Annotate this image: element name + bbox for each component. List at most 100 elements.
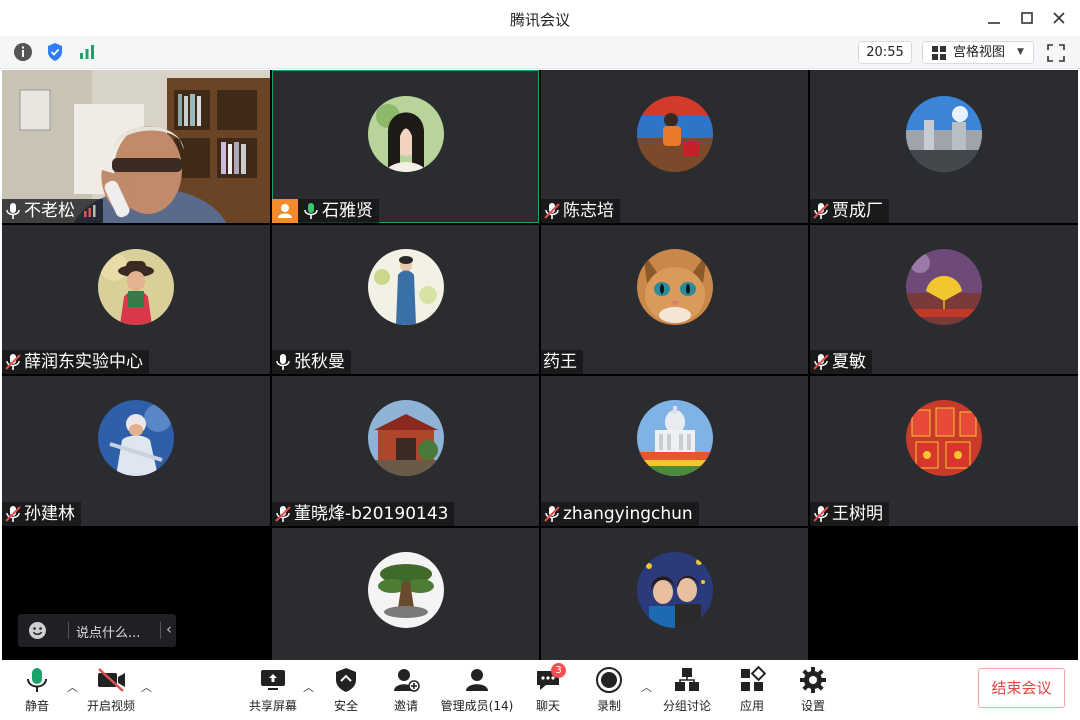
- shield-icon[interactable]: [44, 41, 66, 63]
- mic-muted-icon: [813, 506, 829, 522]
- minimize-icon[interactable]: [982, 6, 1006, 30]
- participant-tile[interactable]: 陈志培: [541, 70, 808, 223]
- participant-tile[interactable]: 董晓烽-b20190143: [272, 376, 539, 526]
- mute-button[interactable]: 静音: [17, 664, 57, 716]
- participant-name: 张秋曼: [294, 352, 345, 372]
- participant-name: 薛润东实验中心: [24, 352, 143, 372]
- avatar: [906, 400, 982, 476]
- view-mode-select[interactable]: 宫格视图 ▼: [922, 41, 1034, 64]
- participant-tile[interactable]: 夏敏: [810, 225, 1078, 374]
- participant-tile[interactable]: 不老松: [2, 70, 270, 223]
- participant-nametag: 董晓烽-b20190143: [272, 502, 455, 526]
- settings-button[interactable]: 设置: [798, 664, 828, 716]
- audio-level-icon: [84, 205, 96, 217]
- divider: [160, 622, 161, 639]
- video-off-icon: [98, 668, 125, 692]
- avatar: [637, 96, 713, 172]
- avatar: [637, 552, 713, 628]
- participant-tile[interactable]: zhangyingchun: [541, 376, 808, 526]
- avatar: [637, 249, 713, 325]
- participant-nametag: 药王: [541, 350, 583, 374]
- mic-muted-icon: [5, 506, 21, 522]
- mic-muted-icon: [5, 354, 21, 370]
- emoji-icon[interactable]: [28, 621, 47, 640]
- close-icon[interactable]: [1047, 6, 1071, 30]
- participant-tile[interactable]: [541, 528, 808, 660]
- end-meeting-button[interactable]: 结束会议: [978, 668, 1065, 708]
- participant-name: 药王: [543, 352, 577, 372]
- participant-tile[interactable]: 石雅贤: [272, 70, 539, 223]
- grid-view-icon: [932, 46, 946, 60]
- participant-name: 不老松: [24, 201, 75, 221]
- breakout-rooms-button[interactable]: 分组讨论: [660, 664, 714, 716]
- participant-tile[interactable]: 孙建林: [2, 376, 270, 526]
- participant-nametag: 王树明: [810, 502, 889, 526]
- view-mode-label: 宫格视图: [953, 45, 1006, 60]
- participant-nametag: 石雅贤: [272, 199, 379, 223]
- participant-name: 石雅贤: [322, 201, 373, 221]
- avatar: [368, 249, 444, 325]
- manage-members-button[interactable]: 管理成员(14): [438, 664, 516, 716]
- meeting-window: 腾讯会议 20:55 宫格视图 ▼ 不老松 石雅贤 陈志培 贾成厂 薛润东实验中…: [0, 0, 1080, 720]
- participant-tile[interactable]: 王树明: [810, 376, 1078, 526]
- avatar: [906, 249, 982, 325]
- participant-nametag: 不老松: [2, 199, 103, 223]
- avatar: [368, 552, 444, 628]
- participant-tile[interactable]: [272, 528, 539, 660]
- avatar: [98, 400, 174, 476]
- participant-tile[interactable]: 张秋曼: [272, 225, 539, 374]
- mic-active-icon: [304, 203, 318, 219]
- avatar: [368, 96, 444, 172]
- divider: [68, 622, 69, 639]
- record-button[interactable]: 录制: [594, 664, 624, 716]
- host-icon: [272, 199, 298, 223]
- settings-label: 设置: [800, 699, 825, 713]
- security-label: 安全: [333, 699, 358, 713]
- share-options-chevron-icon[interactable]: ︿: [303, 679, 314, 695]
- invite-button[interactable]: 邀请: [390, 664, 422, 716]
- record-options-chevron-icon[interactable]: ︿: [641, 679, 652, 695]
- fullscreen-icon[interactable]: [1046, 43, 1066, 63]
- avatar: [98, 249, 174, 325]
- chat-input-bar[interactable]: 说点什么... ‹: [18, 614, 176, 647]
- mic-muted-icon: [275, 506, 291, 522]
- collapse-chevron-icon[interactable]: ‹: [166, 620, 172, 638]
- unread-badge: 3: [551, 663, 566, 678]
- signal-strength-icon[interactable]: [76, 41, 98, 63]
- breakout-rooms-label: 分组讨论: [662, 699, 711, 713]
- microphone-icon: [27, 668, 47, 692]
- invite-label: 邀请: [393, 699, 418, 713]
- share-screen-label: 共享屏幕: [248, 699, 297, 713]
- participant-name: 贾成厂: [832, 201, 883, 221]
- participant-nametag: 孙建林: [2, 502, 81, 526]
- add-user-icon: [394, 669, 420, 692]
- breakout-icon: [675, 668, 699, 691]
- participant-tile[interactable]: 药王: [541, 225, 808, 374]
- avatar: [906, 96, 982, 172]
- info-icon[interactable]: [12, 41, 34, 63]
- chat-placeholder[interactable]: 说点什么...: [76, 622, 140, 641]
- mic-active-icon: [6, 203, 20, 219]
- mic-muted-icon: [544, 506, 560, 522]
- participant-tile[interactable]: 薛润东实验中心: [2, 225, 270, 374]
- apps-label: 应用: [739, 699, 764, 713]
- participant-tile[interactable]: 贾成厂: [810, 70, 1078, 223]
- security-button[interactable]: 安全: [330, 664, 362, 716]
- share-screen-button[interactable]: 共享屏幕: [246, 664, 300, 716]
- mute-options-chevron-icon[interactable]: ︿: [67, 679, 78, 695]
- participant-nametag: zhangyingchun: [541, 502, 699, 526]
- maximize-icon[interactable]: [1015, 6, 1039, 30]
- apps-icon: [741, 666, 766, 691]
- meeting-info-bar: 20:55 宫格视图 ▼: [0, 36, 1080, 69]
- avatar: [637, 400, 713, 476]
- video-options-chevron-icon[interactable]: ︿: [141, 679, 152, 695]
- start-video-label: 开启视频: [86, 699, 135, 713]
- meeting-toolbar: 静音 ︿ 开启视频 ︿ 共享屏幕 ︿ 安全 邀请 管理成员(14) 聊天 3 录…: [0, 660, 1080, 720]
- title-bar: 腾讯会议: [0, 0, 1080, 36]
- video-grid: 不老松 石雅贤 陈志培 贾成厂 薛润东实验中心 张秋曼 药王 夏敏 孙建林 董晓…: [2, 70, 1078, 660]
- participant-name: 孙建林: [24, 504, 75, 524]
- participant-nametag: 夏敏: [810, 350, 872, 374]
- mic-muted-icon: [813, 203, 829, 219]
- start-video-button[interactable]: 开启视频: [84, 664, 138, 716]
- apps-button[interactable]: 应用: [737, 664, 767, 716]
